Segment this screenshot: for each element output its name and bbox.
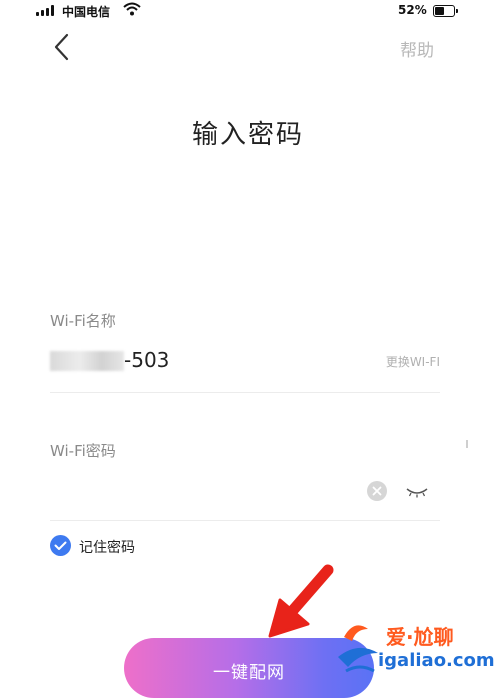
red-arrow-icon — [268, 564, 334, 638]
watermark-brand: 爱·尬聊 — [386, 625, 454, 649]
chevron-left-icon — [54, 33, 69, 61]
watermark: 爱·尬聊 igaliao.com — [334, 619, 495, 685]
signal-strength-icon — [36, 5, 54, 16]
help-link[interactable]: 帮助 — [400, 36, 434, 61]
page-title: 输入密码 — [191, 120, 304, 150]
ssid-redaction-blur — [50, 351, 124, 371]
back-button[interactable] — [50, 32, 74, 62]
battery-fill — [435, 7, 444, 15]
wifi-name-row: -503 更换WI-FI — [50, 346, 440, 374]
eye-closed-icon — [406, 488, 428, 498]
wifi-password-label: Wi-Fi密码 — [50, 442, 116, 460]
watermark-logo-icon — [338, 625, 378, 673]
clear-icon — [372, 486, 382, 496]
battery-icon — [433, 5, 458, 17]
clear-password-button[interactable] — [367, 481, 387, 501]
change-wifi-link[interactable]: 更换WI-FI — [386, 353, 440, 370]
divider — [50, 392, 440, 393]
wifi-password-input[interactable] — [50, 474, 350, 504]
watermark-domain: igaliao.com — [378, 650, 495, 671]
checkbox-checked-icon — [50, 535, 71, 556]
divider — [50, 520, 440, 521]
wifi-name-label: Wi-Fi名称 — [50, 312, 116, 330]
remember-password-label: 记住密码 — [79, 540, 135, 556]
wifi-ssid: -503 — [124, 348, 170, 372]
wifi-status-icon — [123, 2, 141, 16]
scroll-indicator — [466, 440, 468, 448]
carrier-name: 中国电信 — [62, 5, 111, 19]
battery-percentage: 52% — [398, 3, 427, 17]
status-bar: 中国电信 52% — [0, 0, 496, 22]
toggle-password-visibility-button[interactable] — [405, 484, 429, 498]
